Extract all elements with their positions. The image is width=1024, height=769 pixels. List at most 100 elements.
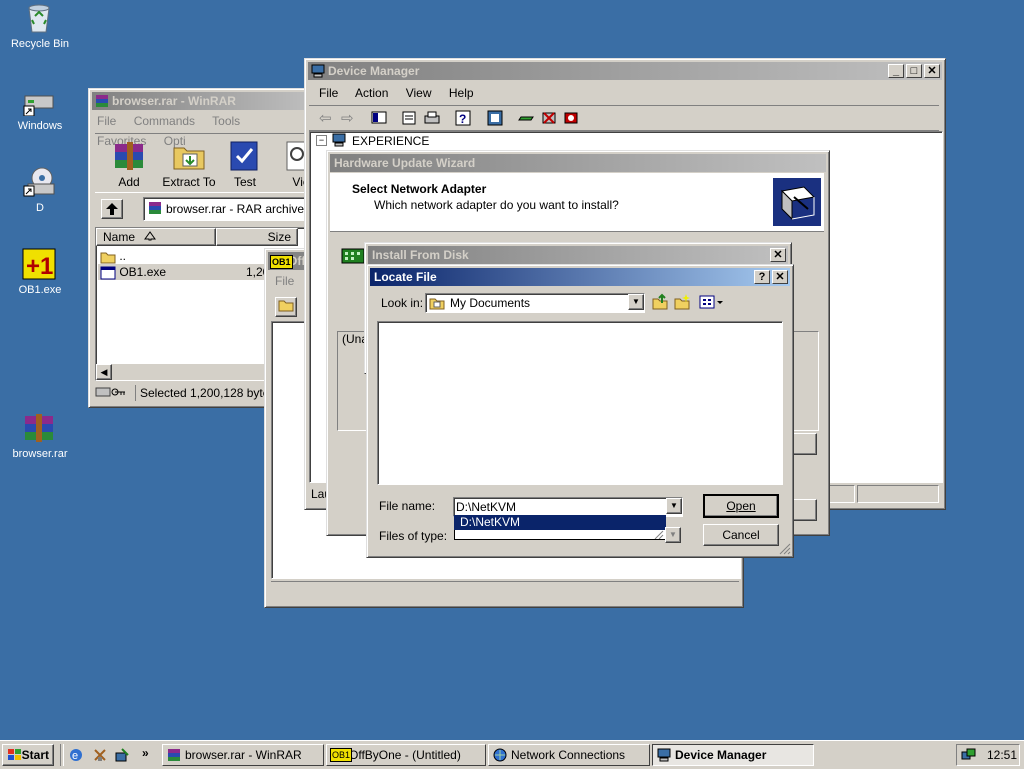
resize-grip-icon[interactable] bbox=[779, 543, 791, 555]
toolbar-label: Add bbox=[118, 175, 140, 189]
minimize-button[interactable]: _ bbox=[888, 64, 904, 78]
help-button[interactable]: ? bbox=[754, 270, 770, 284]
wizard-titlebar[interactable]: Hardware Update Wizard bbox=[330, 154, 826, 172]
open-file-button[interactable] bbox=[275, 297, 297, 317]
quicklaunch-overflow-icon[interactable]: » bbox=[142, 746, 149, 760]
scroll-left-button[interactable]: ◀ bbox=[96, 364, 112, 380]
network-connections-icon bbox=[493, 748, 507, 762]
menu-file[interactable]: File bbox=[319, 86, 338, 100]
view-menu-icon[interactable] bbox=[699, 293, 723, 311]
device-manager-titlebar[interactable]: Device Manager _ □ ✕ bbox=[308, 62, 942, 80]
properties-icon[interactable] bbox=[401, 110, 417, 126]
file-name-input[interactable]: D:\NetKVM ▼ bbox=[453, 497, 683, 517]
archive-path-field[interactable]: browser.rar - RAR archive, u bbox=[143, 197, 317, 221]
start-button[interactable]: Start bbox=[2, 744, 54, 766]
folder-icon bbox=[100, 252, 116, 264]
taskbar-item-network-connections[interactable]: Network Connections bbox=[488, 744, 650, 766]
network-tool-icon[interactable] bbox=[114, 747, 130, 763]
print-icon[interactable] bbox=[423, 110, 441, 126]
column-label: Size bbox=[267, 230, 291, 244]
cancel-button[interactable]: Cancel bbox=[703, 524, 779, 546]
install-from-disk-titlebar[interactable]: Install From Disk ✕ bbox=[368, 246, 788, 264]
taskbar-item-offbyone[interactable]: OB1 OffByOne - (Untitled) bbox=[326, 744, 486, 766]
add-button[interactable]: Add bbox=[109, 138, 149, 192]
update-driver-icon[interactable] bbox=[517, 110, 535, 126]
taskbar-item-device-manager[interactable]: Device Manager bbox=[652, 744, 814, 766]
internet-explorer-icon[interactable]: e bbox=[68, 747, 84, 763]
drive-key-icon bbox=[95, 387, 125, 397]
forward-arrow-icon[interactable]: ⇨ bbox=[341, 109, 354, 127]
back-arrow-icon[interactable]: ⇦ bbox=[319, 109, 332, 127]
open-button[interactable]: Open bbox=[703, 494, 779, 518]
task-label: browser.rar - WinRAR bbox=[185, 748, 302, 762]
status-drive-icons bbox=[95, 385, 125, 401]
computer-icon bbox=[332, 133, 346, 147]
menu-file[interactable]: File bbox=[97, 114, 116, 128]
menu-view[interactable]: View bbox=[406, 86, 432, 100]
show-hide-tree-icon[interactable] bbox=[371, 110, 387, 126]
look-in-select[interactable]: My Documents ▼ bbox=[425, 293, 645, 313]
window-title: Hardware Update Wizard bbox=[334, 156, 476, 170]
status-pane bbox=[857, 485, 939, 503]
new-folder-icon[interactable] bbox=[673, 293, 691, 311]
exe-file-icon bbox=[100, 266, 116, 280]
column-header-size[interactable]: Size bbox=[216, 228, 298, 246]
open-folder-icon bbox=[278, 300, 294, 312]
window-title: Install From Disk bbox=[372, 248, 469, 262]
system-tray: 12:51 bbox=[956, 744, 1020, 766]
start-label: Start bbox=[21, 748, 49, 762]
drive-shortcut-icon bbox=[23, 95, 54, 116]
winrar-titlebar[interactable]: browser.rar - WinRAR bbox=[92, 92, 316, 110]
task-label: OffByOne - (Untitled) bbox=[349, 748, 461, 762]
clock[interactable]: 12:51 bbox=[987, 748, 1017, 762]
menu-action[interactable]: Action bbox=[355, 86, 388, 100]
task-label: Network Connections bbox=[511, 748, 626, 762]
locate-file-dialog: Locate File ? ✕ Look in: My Documents ▼ … bbox=[366, 264, 794, 558]
device-manager-menubar: File Action View Help bbox=[319, 83, 488, 103]
network-tray-icon[interactable] bbox=[961, 748, 977, 762]
file-list-area[interactable] bbox=[377, 321, 783, 485]
column-header-name[interactable]: Name bbox=[96, 228, 216, 246]
close-button[interactable]: ✕ bbox=[772, 270, 788, 284]
extract-to-button[interactable]: Extract To bbox=[161, 138, 217, 192]
menu-help[interactable]: Help bbox=[449, 86, 474, 100]
file-name: .. bbox=[119, 249, 127, 263]
scan-hardware-icon[interactable] bbox=[487, 110, 503, 126]
maximize-button[interactable]: □ bbox=[906, 64, 922, 78]
file-name-value: D:\NetKVM bbox=[456, 500, 517, 514]
up-folder-button[interactable] bbox=[101, 199, 123, 219]
winrar-toolbar: Add Extract To Test Vie bbox=[95, 133, 319, 193]
wizard-header: Select Network Adapter Which network ada… bbox=[330, 173, 824, 232]
menu-file[interactable]: File bbox=[275, 274, 294, 288]
show-desktop-icon[interactable] bbox=[92, 747, 108, 763]
rar-archive-icon bbox=[25, 414, 53, 442]
winrar-app-icon bbox=[168, 749, 180, 761]
test-button[interactable]: Test bbox=[227, 138, 263, 192]
file-name: OB1.exe bbox=[119, 265, 167, 279]
chevron-down-icon[interactable]: ▼ bbox=[665, 527, 681, 543]
window-title: browser.rar - WinRAR bbox=[112, 94, 236, 108]
uninstall-icon[interactable] bbox=[541, 110, 557, 126]
up-one-level-icon[interactable] bbox=[651, 293, 669, 311]
hardware-wizard-icon bbox=[773, 178, 821, 226]
collapse-icon[interactable]: − bbox=[316, 135, 327, 146]
taskbar-item-winrar[interactable]: browser.rar - WinRAR bbox=[162, 744, 324, 766]
autocomplete-suggestion[interactable]: D:\NetKVM bbox=[454, 515, 666, 530]
add-archive-icon bbox=[115, 142, 143, 170]
look-in-label: Look in: bbox=[381, 296, 424, 310]
chevron-down-icon[interactable]: ▼ bbox=[666, 498, 682, 514]
open-button-label: Open bbox=[726, 499, 756, 513]
menu-commands[interactable]: Commands bbox=[134, 114, 195, 128]
winrar-app-icon bbox=[96, 95, 108, 107]
recycle-bin-icon bbox=[28, 4, 50, 33]
close-button[interactable]: ✕ bbox=[924, 64, 940, 78]
disable-device-icon[interactable] bbox=[563, 110, 579, 126]
help-icon[interactable]: ? bbox=[455, 110, 471, 126]
svg-text:?: ? bbox=[459, 112, 466, 126]
chevron-down-icon[interactable]: ▼ bbox=[628, 294, 644, 310]
toolbar-label: Test bbox=[233, 175, 256, 189]
menu-tools[interactable]: Tools bbox=[212, 114, 240, 128]
winrar-menubar: File Commands Tools Favorites Opti bbox=[97, 111, 319, 148]
locate-file-titlebar[interactable]: Locate File ? ✕ bbox=[370, 268, 790, 286]
close-button[interactable]: ✕ bbox=[770, 248, 786, 262]
